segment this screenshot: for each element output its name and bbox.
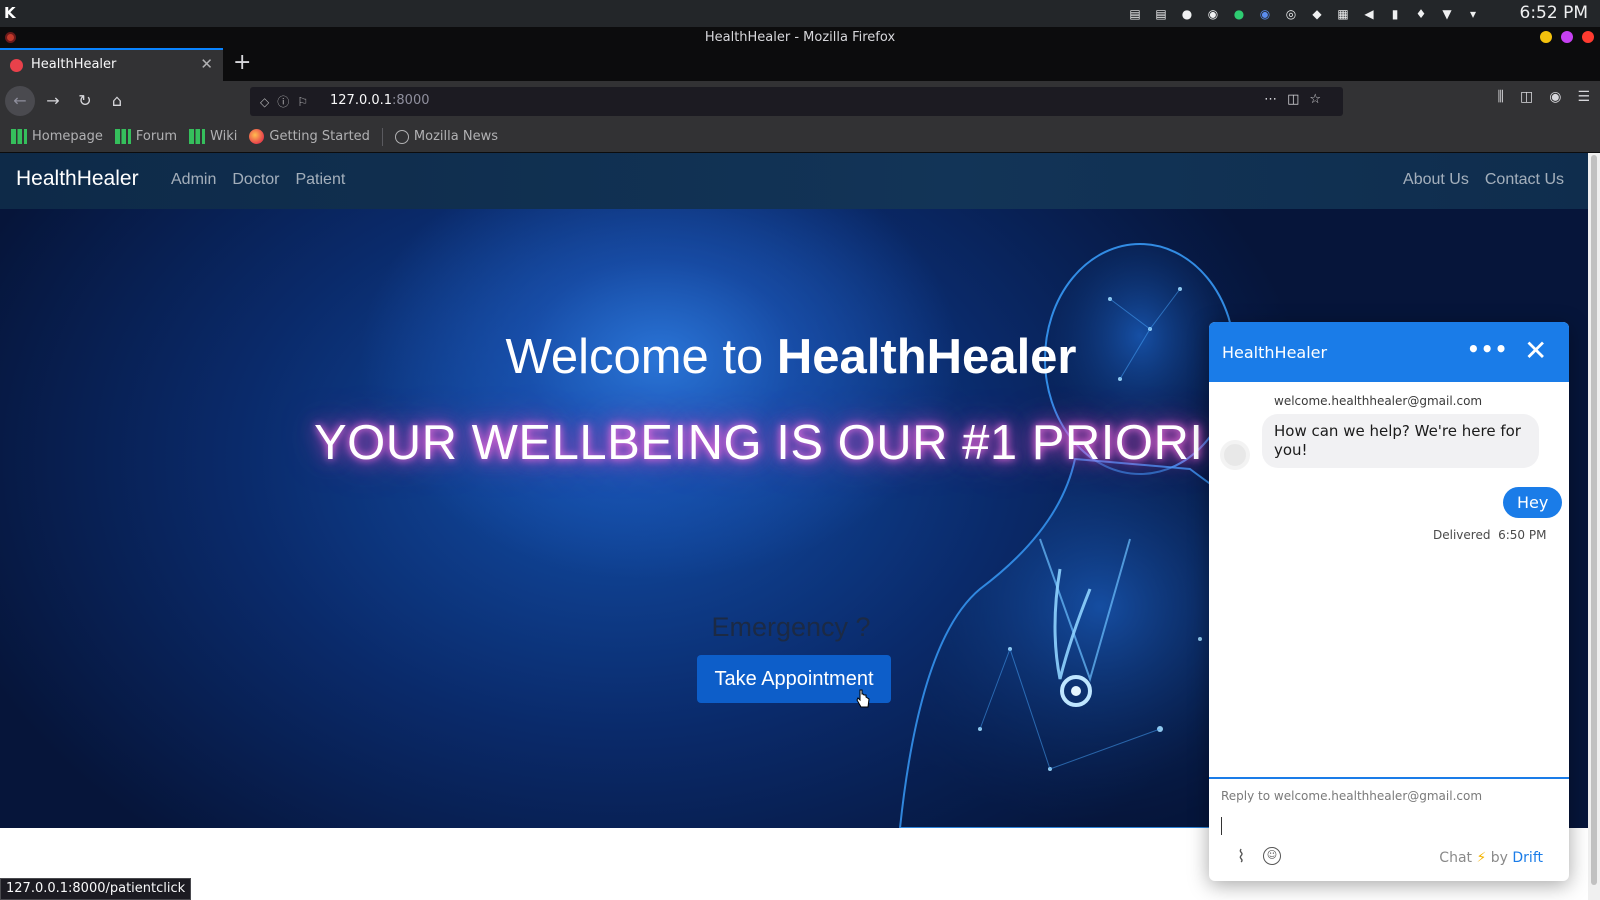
bookmark-forum[interactable]: Forum (114, 129, 177, 144)
sidebar-icon[interactable]: ◫ (1520, 89, 1533, 105)
page-scrollbar[interactable] (1588, 153, 1600, 900)
nav-about-us[interactable]: About Us (1403, 171, 1469, 189)
close-icon[interactable]: ✕ (200, 55, 213, 73)
window-controls (1540, 31, 1594, 43)
nav-doctor[interactable]: Doctor (232, 171, 279, 189)
chevron-down-icon[interactable]: ▾ (1464, 5, 1482, 23)
avatar (1220, 440, 1250, 470)
bookmark-separator (381, 127, 383, 146)
link-status-tooltip: 127.0.0.1:8000/patientclick (0, 878, 192, 900)
reload-button[interactable]: ↻ (72, 88, 98, 114)
whatsapp-icon[interactable]: ◎ (1282, 5, 1300, 23)
nav-links-right: About Us Contact Us (1403, 171, 1564, 189)
clock[interactable]: 6:52 PM (1520, 3, 1589, 23)
text-caret (1221, 817, 1222, 835)
chrome-icon[interactable]: ◉ (1256, 5, 1274, 23)
clipboard-icon[interactable]: ▦ (1334, 5, 1352, 23)
chat-sender: welcome.healthhealer@gmail.com (1274, 394, 1483, 408)
bookmarks-toolbar: Homepage Forum Wiki Getting Started Mozi… (0, 121, 1600, 153)
app-icon (5, 32, 16, 43)
firefox-icon (249, 129, 265, 144)
nav-links-left: Admin Doctor Patient (171, 171, 345, 189)
chat-header: HealthHealer ••• ✕ (1209, 322, 1569, 382)
kde-menu-icon[interactable]: K (4, 3, 24, 23)
url-text[interactable]: 127.0.0.1:8000 (330, 93, 430, 108)
window-titlebar: HealthHealer - Mozilla Firefox (0, 27, 1600, 48)
site-brand[interactable]: HealthHealer (16, 167, 139, 191)
tab-healthhealer[interactable]: HealthHealer ✕ (0, 48, 223, 81)
notes-icon[interactable]: ▤ (1152, 5, 1170, 23)
close-window-button[interactable] (1582, 31, 1594, 43)
incoming-message: How can we help? We're here for you! (1262, 414, 1539, 468)
favicon-icon (10, 59, 23, 72)
reply-placeholder: Reply to welcome.healthhealer@gmail.com (1221, 789, 1483, 803)
close-icon[interactable]: ✕ (1524, 336, 1547, 366)
tagline: YOUR WELLBEING IS OUR #1 PRIORI (314, 416, 1204, 470)
emoji-icon[interactable]: ☺ (1263, 847, 1281, 865)
update-icon[interactable]: ◉ (1204, 5, 1222, 23)
maximize-button[interactable] (1561, 31, 1573, 43)
url-bar[interactable]: ◇ⓘ⚐ 127.0.0.1:8000 ⋯◫☆ (250, 87, 1343, 116)
lock-icon[interactable]: ● (1178, 5, 1196, 23)
new-tab-button[interactable]: + (233, 50, 251, 76)
scrollbar-thumb[interactable] (1591, 155, 1597, 885)
library-icon[interactable]: ⫼ (1498, 89, 1504, 105)
notes-icon[interactable]: ▤ (1126, 5, 1144, 23)
site-navbar: HealthHealer Admin Doctor Patient About … (0, 153, 1588, 209)
paperclip-icon[interactable]: ⌇ (1237, 847, 1245, 867)
manjaro-icon (189, 129, 206, 144)
home-button[interactable]: ⌂ (104, 88, 130, 114)
minimize-button[interactable] (1540, 31, 1552, 43)
system-panel: K ▤ ▤ ● ◉ ● ◉ ◎ ◆ ▦ ◀ ▮ ♦ ▼ ▾ 6:52 PM (0, 0, 1600, 27)
chat-widget: HealthHealer ••• ✕ welcome.healthhealer@… (1209, 322, 1569, 881)
chat-title: HealthHealer (1222, 343, 1328, 362)
manjaro-icon (11, 129, 27, 144)
globe-icon (394, 129, 409, 144)
nav-contact-us[interactable]: Contact Us (1485, 171, 1564, 189)
account-icon[interactable]: ◉ (1549, 89, 1561, 105)
bookmark-wiki[interactable]: Wiki (189, 129, 237, 144)
site-info-icon[interactable]: ◇ⓘ⚐ (260, 93, 316, 110)
nav-admin[interactable]: Admin (171, 171, 216, 189)
menu-icon[interactable]: ☰ (1577, 89, 1590, 105)
back-button[interactable]: ← (5, 86, 35, 116)
more-options-icon[interactable]: ••• (1467, 339, 1508, 359)
toolbar-right: ⫼ ◫ ◉ ☰ (1498, 89, 1590, 105)
delivery-status: Delivered 6:50 PM (1433, 528, 1547, 542)
bolt-icon: ⚡ (1476, 850, 1487, 866)
nav-patient[interactable]: Patient (295, 171, 345, 189)
battery-icon[interactable]: ▮ (1386, 5, 1404, 23)
navigation-toolbar: ← → ↻ ⌂ ◇ⓘ⚐ 127.0.0.1:8000 ⋯◫☆ ⫼ ◫ ◉ ☰ (0, 81, 1600, 121)
alert-icon[interactable]: ● (1230, 5, 1248, 23)
shield-icon[interactable]: ◆ (1308, 5, 1326, 23)
manjaro-icon (114, 129, 131, 144)
hand-cursor-icon (856, 689, 870, 708)
tab-strip: HealthHealer ✕ + (0, 48, 1600, 81)
reply-composer[interactable]: Reply to welcome.healthhealer@gmail.com … (1209, 777, 1569, 881)
bookmark-homepage[interactable]: Homepage (11, 129, 103, 144)
bookmark-getting-started[interactable]: Getting Started (249, 129, 370, 144)
outgoing-message: Hey (1503, 487, 1563, 518)
system-tray: ▤ ▤ ● ◉ ● ◉ ◎ ◆ ▦ ◀ ▮ ♦ ▼ ▾ (1126, 4, 1482, 24)
page-actions[interactable]: ⋯◫☆ (1264, 92, 1331, 107)
microphone-icon[interactable]: ♦ (1412, 5, 1430, 23)
powered-by-drift[interactable]: Chat ⚡ by Drift (1439, 850, 1543, 866)
window-title: HealthHealer - Mozilla Firefox (704, 30, 896, 45)
bookmark-mozilla-news[interactable]: Mozilla News (394, 129, 498, 144)
volume-icon[interactable]: ◀ (1360, 5, 1378, 23)
tab-title: HealthHealer (31, 57, 117, 72)
wifi-icon[interactable]: ▼ (1438, 5, 1456, 23)
forward-button[interactable]: → (40, 88, 66, 114)
